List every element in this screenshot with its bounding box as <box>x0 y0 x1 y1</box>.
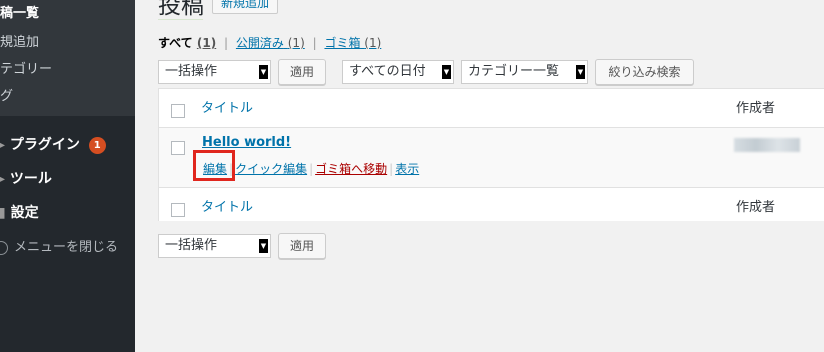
bulk-action-value: 一括操作 <box>165 64 218 79</box>
add-new-button[interactable]: 新規追加 <box>212 0 279 14</box>
title-underline <box>158 19 203 20</box>
quick-edit-link[interactable]: クイック編集 <box>235 162 307 176</box>
bulk-action-select-bottom[interactable]: 一括操作 ▼ <box>158 234 271 258</box>
apply-button[interactable]: 適用 <box>278 59 326 85</box>
trash-link[interactable]: ゴミ箱へ移動 <box>315 162 387 176</box>
sidebar-item-tools[interactable]: ▸ ツール <box>0 168 52 188</box>
row-checkbox[interactable] <box>171 141 185 155</box>
edit-link-highlight <box>193 150 235 181</box>
filter-published-label: 公開済み <box>235 36 284 50</box>
filter-trash-count: (1) <box>364 36 382 50</box>
update-count-badge: 1 <box>88 136 106 154</box>
sidebar-item-posts-list[interactable]: 稿一覧 <box>0 2 39 21</box>
collapse-label: メニューを閉じる <box>14 240 119 255</box>
column-title-footer[interactable]: タイトル <box>201 196 253 215</box>
sidebar-item-add-new[interactable]: 規追加 <box>0 31 39 50</box>
date-filter-select[interactable]: すべての日付 ▼ <box>342 60 454 84</box>
row-actions: 編集 | クイック編集 | ゴミ箱へ移動 | 表示 <box>203 160 419 177</box>
separator: | <box>389 162 394 176</box>
dropdown-arrow-icon: ▼ <box>259 239 268 253</box>
filter-trash-label: ゴミ箱 <box>324 36 361 50</box>
sidebar-item-settings-label: 設定 <box>10 205 39 221</box>
date-filter-value: すべての日付 <box>349 64 426 79</box>
posts-table: タイトル 作成者 Hello world! 編集 | クイック編集 | ゴミ箱へ移動 | 表… <box>158 88 824 221</box>
filter-all[interactable]: すべて (1) <box>158 36 216 50</box>
apply-button-bottom[interactable]: 適用 <box>278 233 326 259</box>
table-header-row: タイトル 作成者 <box>159 89 824 128</box>
plugins-icon: ▸ <box>0 137 6 153</box>
filter-published-count: (1) <box>287 36 305 50</box>
column-author-header: 作成者 <box>736 101 776 116</box>
category-filter-value: カテゴリー一覧 <box>468 64 560 79</box>
separator: | <box>224 36 229 50</box>
bulk-action-value: 一括操作 <box>165 238 218 253</box>
sidebar-item-tools-label: ツール <box>9 171 52 187</box>
filter-trash[interactable]: ゴミ箱 (1) <box>324 36 381 50</box>
filter-published[interactable]: 公開済み (1) <box>236 36 305 50</box>
filter-all-count: (1) <box>196 36 217 50</box>
select-all-checkbox[interactable] <box>171 104 185 118</box>
sidebar-item-plugins-label: プラグイン <box>9 137 80 153</box>
sidebar-item-settings[interactable]: ▮ 設定 <box>0 202 39 222</box>
collapse-icon <box>0 240 8 255</box>
filter-button[interactable]: 絞り込み検索 <box>595 59 694 85</box>
view-link[interactable]: 表示 <box>395 162 419 176</box>
settings-icon: ▮ <box>0 205 6 221</box>
select-all-checkbox-footer[interactable] <box>171 203 185 217</box>
separator: | <box>312 36 317 50</box>
bulk-action-select[interactable]: 一括操作 ▼ <box>158 60 271 84</box>
filter-all-label: すべて <box>158 36 193 50</box>
dropdown-arrow-icon: ▼ <box>442 65 451 79</box>
status-filters: すべて (1) | 公開済み (1) | ゴミ箱 (1) <box>158 34 381 51</box>
page-title: 投稿 <box>158 0 204 19</box>
table-footer-row: タイトル 作成者 <box>159 188 824 222</box>
sidebar-item-plugins[interactable]: ▸ プラグイン 1 <box>0 134 106 154</box>
dropdown-arrow-icon: ▼ <box>259 65 268 79</box>
tools-icon: ▸ <box>0 171 6 187</box>
separator: | <box>309 162 314 176</box>
sidebar-item-tag[interactable]: グ <box>0 85 13 104</box>
column-author-footer: 作成者 <box>736 200 776 215</box>
author-name-blurred <box>734 138 800 152</box>
admin-sidebar: 稿一覧 規追加 テゴリー グ ▸ プラグイン 1 ▸ ツール ▮ 設定 メニュー… <box>0 0 135 352</box>
category-filter-select[interactable]: カテゴリー一覧 ▼ <box>461 60 588 84</box>
post-title-link[interactable]: Hello world! <box>202 135 291 150</box>
sidebar-item-category[interactable]: テゴリー <box>0 58 52 77</box>
dropdown-arrow-icon: ▼ <box>576 65 585 79</box>
table-row: Hello world! 編集 | クイック編集 | ゴミ箱へ移動 | 表示 <box>159 128 824 188</box>
column-title-header[interactable]: タイトル <box>201 97 253 116</box>
sidebar-collapse-menu[interactable]: メニューを閉じる <box>0 236 118 255</box>
